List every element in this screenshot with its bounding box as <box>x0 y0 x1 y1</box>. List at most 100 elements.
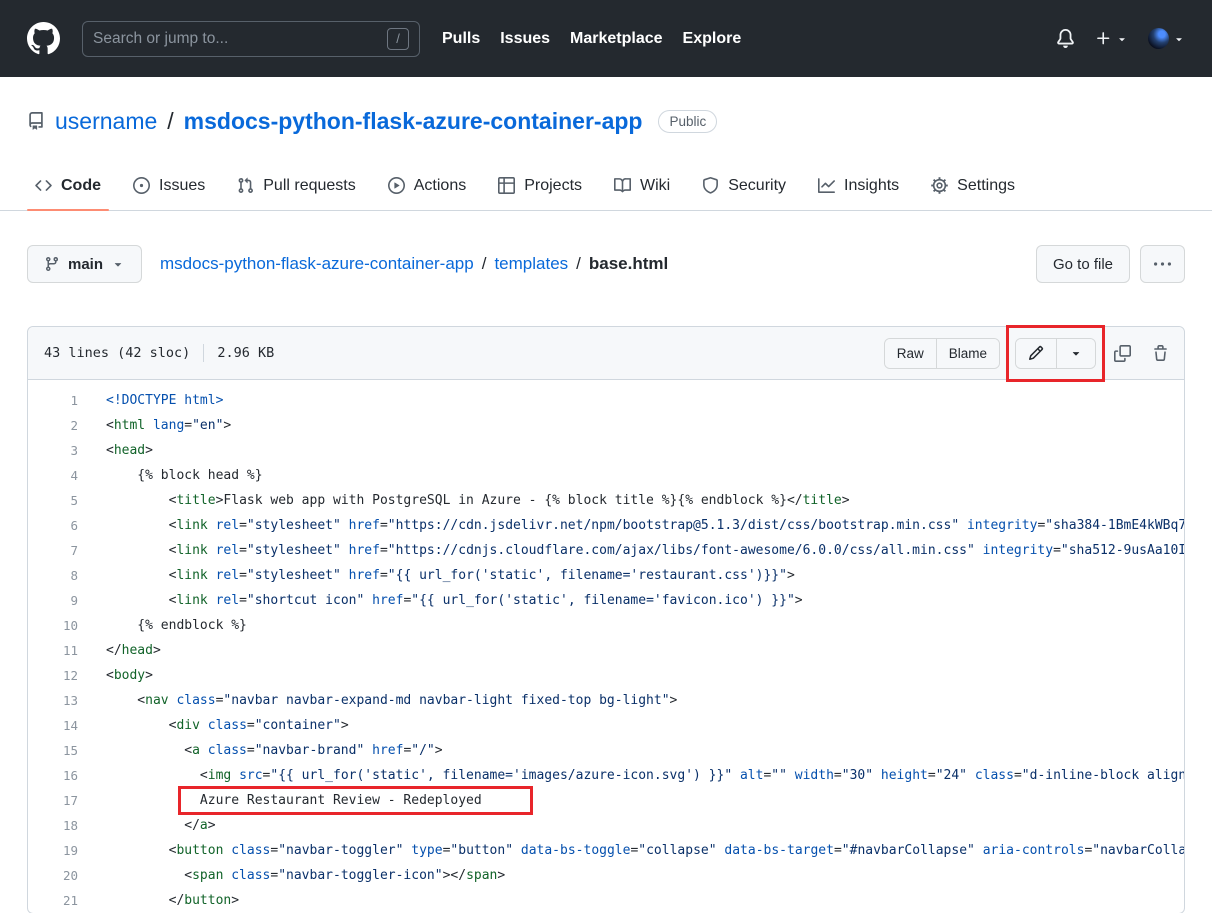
code-token: "stylesheet" <box>247 568 341 583</box>
edit-dropdown-button[interactable] <box>1057 339 1095 368</box>
line-number[interactable]: 8 <box>28 563 78 588</box>
code-token: type <box>411 843 442 858</box>
breadcrumb-link[interactable]: msdocs-python-flask-azure-container-app <box>160 254 474 274</box>
repo-owner-link[interactable]: username <box>55 108 157 135</box>
tab-label: Projects <box>524 177 582 195</box>
code-token: aria-controls <box>983 843 1085 858</box>
github-logo[interactable] <box>27 22 60 55</box>
copy-raw-button[interactable] <box>1111 342 1134 365</box>
breadcrumb-link[interactable]: templates <box>494 254 568 274</box>
code-token: < <box>106 768 208 783</box>
line-number[interactable]: 3 <box>28 438 78 463</box>
file-nav-actions: Go to file <box>1036 245 1185 283</box>
line-number[interactable]: 21 <box>28 888 78 913</box>
code-line-16: 16 <img src="{{ url_for('static', filena… <box>28 763 1184 788</box>
branch-selector[interactable]: main <box>27 245 142 283</box>
line-number[interactable]: 12 <box>28 663 78 688</box>
raw-button[interactable]: Raw <box>885 339 937 368</box>
meta-divider <box>203 344 204 362</box>
github-mark-icon <box>27 22 60 55</box>
code-line-19: 19 <button class="navbar-toggler" type="… <box>28 838 1184 863</box>
code-token <box>341 518 349 533</box>
code-token: > <box>341 718 349 733</box>
code-line-1: 1<!DOCTYPE html> <box>28 388 1184 413</box>
avatar <box>1148 28 1169 49</box>
breadcrumb-current-file: base.html <box>589 254 668 274</box>
code-token: < <box>106 443 114 458</box>
search-input[interactable] <box>93 30 379 48</box>
code-token: class <box>208 718 247 733</box>
line-number[interactable]: 18 <box>28 813 78 838</box>
line-number[interactable]: 5 <box>28 488 78 513</box>
tab-pull-requests[interactable]: Pull requests <box>221 161 372 210</box>
code-token: "https://cdnjs.cloudflare.com/ajax/libs/… <box>388 543 975 558</box>
tab-settings[interactable]: Settings <box>915 161 1031 210</box>
line-number[interactable]: 14 <box>28 713 78 738</box>
line-number[interactable]: 13 <box>28 688 78 713</box>
code-line-content: {% endblock %} <box>106 613 1184 638</box>
line-number[interactable]: 19 <box>28 838 78 863</box>
header-nav-issues[interactable]: Issues <box>500 30 550 48</box>
tab-issues[interactable]: Issues <box>117 161 221 210</box>
code-line-18: 18 </a> <box>28 813 1184 838</box>
tab-security[interactable]: Security <box>686 161 802 210</box>
file-actions: Raw Blame <box>884 338 1172 369</box>
line-number[interactable]: 16 <box>28 763 78 788</box>
line-number[interactable]: 11 <box>28 638 78 663</box>
line-number[interactable]: 6 <box>28 513 78 538</box>
code-token: > <box>145 443 153 458</box>
line-number[interactable]: 20 <box>28 863 78 888</box>
header-nav-marketplace[interactable]: Marketplace <box>570 30 663 48</box>
code-token: integrity <box>967 518 1037 533</box>
create-new-button[interactable] <box>1095 30 1128 47</box>
code-token: "https://cdn.jsdelivr.net/npm/bootstrap@… <box>388 518 959 533</box>
code-token: "navbar navbar-expand-md navbar-light fi… <box>223 693 669 708</box>
line-number[interactable]: 1 <box>28 388 78 413</box>
line-number[interactable]: 15 <box>28 738 78 763</box>
repo-title-separator: / <box>167 108 173 135</box>
code-token: = <box>239 518 247 533</box>
code-token: "collapse" <box>638 843 716 858</box>
delete-file-button[interactable] <box>1149 342 1172 365</box>
code-line-content: </button> <box>106 888 1184 913</box>
global-header: / Pulls Issues Marketplace Explore <box>0 0 1212 77</box>
code-line-content: <head> <box>106 438 1184 463</box>
notifications-button[interactable] <box>1056 29 1075 48</box>
user-menu-button[interactable] <box>1148 28 1185 49</box>
code-token: {% endblock %} <box>106 618 247 633</box>
code-line-content: <link rel="stylesheet" href="https://cdn… <box>106 538 1184 563</box>
gear-icon <box>931 177 948 194</box>
code-token: "d-inline-block align-text-top" <box>1022 768 1184 783</box>
header-nav-pulls[interactable]: Pulls <box>442 30 480 48</box>
code-token: ></ <box>443 868 466 883</box>
line-number[interactable]: 10 <box>28 613 78 638</box>
tab-insights[interactable]: Insights <box>802 161 915 210</box>
tab-wiki[interactable]: Wiki <box>598 161 686 210</box>
edit-file-button[interactable] <box>1016 339 1057 368</box>
line-number[interactable]: 17 <box>28 788 78 813</box>
line-number[interactable]: 2 <box>28 413 78 438</box>
breadcrumb-separator: / <box>482 254 487 274</box>
line-number[interactable]: 9 <box>28 588 78 613</box>
tab-code[interactable]: Code <box>19 161 117 210</box>
code-token: width <box>795 768 834 783</box>
visibility-badge: Public <box>658 110 717 133</box>
go-to-file-button[interactable]: Go to file <box>1036 245 1130 283</box>
search-box[interactable]: / <box>82 21 420 57</box>
tab-label: Settings <box>957 177 1015 195</box>
code-line-content: <title>Flask web app with PostgreSQL in … <box>106 488 1184 513</box>
code-line-13: 13 <nav class="navbar navbar-expand-md n… <box>28 688 1184 713</box>
header-nav-explore[interactable]: Explore <box>683 30 742 48</box>
tab-actions[interactable]: Actions <box>372 161 482 210</box>
blame-button[interactable]: Blame <box>937 339 999 368</box>
line-number[interactable]: 7 <box>28 538 78 563</box>
line-number[interactable]: 4 <box>28 463 78 488</box>
tab-projects[interactable]: Projects <box>482 161 598 210</box>
code-token: = <box>1014 768 1022 783</box>
code-token <box>200 743 208 758</box>
code-token: a <box>200 818 208 833</box>
repo-name-link[interactable]: msdocs-python-flask-azure-container-app <box>184 108 643 135</box>
code-token: "navbar-toggler" <box>278 843 403 858</box>
trash-icon <box>1152 345 1169 362</box>
more-options-button[interactable] <box>1140 245 1185 283</box>
